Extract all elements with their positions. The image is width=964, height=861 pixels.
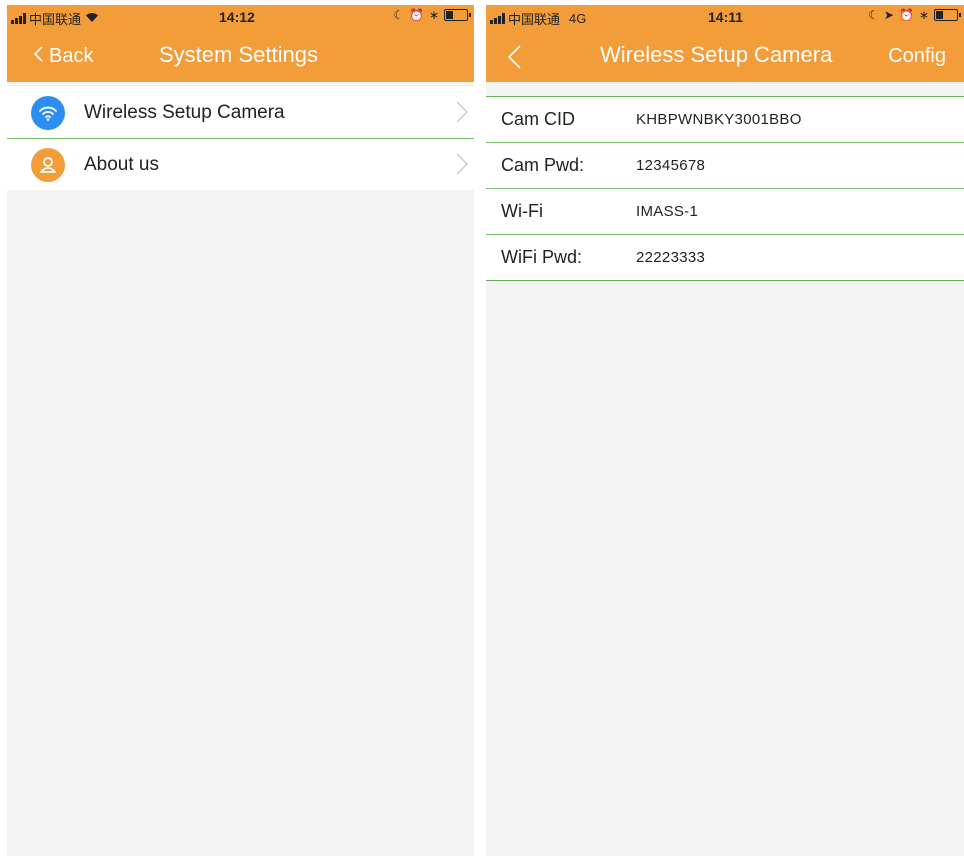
status-carrier-group: 中国联通 — [11, 9, 100, 28]
menu-item-about-us[interactable]: About us — [7, 138, 474, 190]
carrier-name: 中国联通 — [29, 12, 82, 27]
page-title: Wireless Setup Camera — [600, 42, 833, 67]
wifi-ssid-field[interactable]: IMASS-1 — [636, 203, 698, 220]
battery-icon — [444, 9, 471, 21]
carrier-name: 中国联通 — [508, 12, 561, 27]
wireless-setup-camera-screen: 中国联通 4G 14:11 ☾ ➤ ⏰ ∗ Wireless Setup Cam… — [486, 5, 964, 305]
status-icons: ☾ ⏰ ∗ — [393, 8, 471, 22]
status-carrier-group: 中国联通 4G — [490, 9, 586, 28]
camera-config-form: Cam CID KHBPWNBKY3001BBO Cam Pwd: 123456… — [486, 96, 964, 281]
cam-password-field[interactable]: 12345678 — [636, 157, 705, 174]
person-icon — [31, 148, 65, 182]
settings-menu: Wireless Setup Camera About us — [7, 87, 474, 190]
bluetooth-icon: ∗ — [918, 8, 929, 22]
network-type: 4G — [569, 11, 587, 26]
back-button-label: Back — [49, 45, 94, 67]
config-button[interactable]: Config — [888, 45, 946, 68]
status-icons: ☾ ➤ ⏰ ∗ — [868, 8, 961, 22]
status-bar: 中国联通 14:12 ☾ ⏰ ∗ — [7, 5, 474, 29]
back-button[interactable] — [507, 45, 521, 75]
menu-item-label: About us — [84, 153, 159, 175]
page-title: System Settings — [159, 42, 318, 67]
signal-strength-icon — [490, 13, 505, 24]
battery-icon — [934, 9, 961, 21]
wifi-icon — [31, 96, 65, 130]
form-row-wifi: Wi-Fi IMASS-1 — [486, 188, 964, 234]
menu-item-wireless-setup-camera[interactable]: Wireless Setup Camera — [7, 87, 474, 138]
screenshot-composite: 中国联通 14:12 ☾ ⏰ ∗ Back System Settings Wi… — [0, 0, 964, 861]
field-label: Cam Pwd: — [501, 155, 585, 175]
back-button[interactable]: Back — [33, 45, 94, 68]
moon-icon: ☾ — [868, 8, 879, 22]
status-time: 14:11 — [708, 9, 744, 25]
field-label: Cam CID — [501, 109, 576, 129]
form-row-wifi-pwd: WiFi Pwd: 22223333 — [486, 234, 964, 280]
chevron-left-icon — [507, 45, 521, 75]
system-settings-screen: 中国联通 14:12 ☾ ⏰ ∗ Back System Settings Wi… — [7, 5, 474, 856]
chevron-right-icon — [456, 101, 468, 128]
navigation-bar: 中国联通 4G 14:11 ☾ ➤ ⏰ ∗ Wireless Setup Cam… — [486, 5, 964, 82]
cam-cid-field[interactable]: KHBPWNBKY3001BBO — [636, 111, 802, 128]
alarm-icon: ⏰ — [898, 8, 914, 22]
wifi-status-icon — [84, 11, 100, 26]
navigation-bar: 中国联通 14:12 ☾ ⏰ ∗ Back System Settings — [7, 5, 474, 82]
signal-strength-icon — [11, 13, 26, 24]
location-arrow-icon: ➤ — [883, 8, 894, 22]
field-label: Wi-Fi — [501, 201, 543, 221]
chevron-right-icon — [456, 153, 468, 180]
menu-item-label: Wireless Setup Camera — [84, 101, 285, 123]
alarm-icon: ⏰ — [408, 8, 424, 22]
bluetooth-icon: ∗ — [428, 8, 439, 22]
field-label: WiFi Pwd: — [501, 247, 582, 267]
content-background — [486, 305, 964, 856]
form-row-cam-pwd: Cam Pwd: 12345678 — [486, 142, 964, 188]
chevron-left-icon — [33, 45, 43, 68]
moon-icon: ☾ — [393, 8, 404, 22]
status-bar: 中国联通 4G 14:11 ☾ ➤ ⏰ ∗ — [486, 5, 964, 29]
form-row-cam-cid: Cam CID KHBPWNBKY3001BBO — [486, 97, 964, 142]
wifi-password-field[interactable]: 22223333 — [636, 249, 705, 266]
status-time: 14:12 — [219, 9, 255, 25]
